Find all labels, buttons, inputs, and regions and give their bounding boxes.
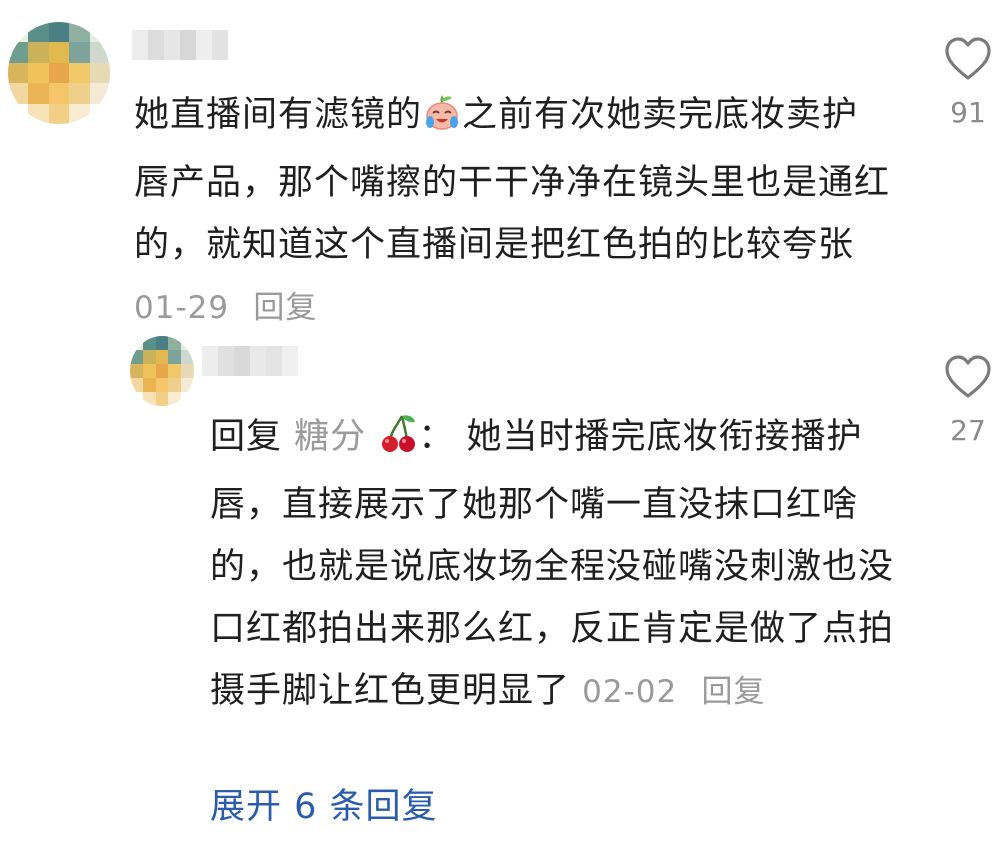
- avatar-pixel: [89, 83, 110, 104]
- reply-text: 回复 糖分 ： 她当时播完底妆衔接播护唇，直接展示了她那个嘴一直没抹口红啥的，也…: [210, 406, 910, 723]
- username-pixel: [266, 346, 282, 376]
- avatar-pixel: [48, 103, 70, 124]
- avatar-pixel: [130, 378, 143, 392]
- comment-like-button[interactable]: 91: [938, 36, 998, 129]
- reply-date: 02-02: [582, 674, 678, 710]
- avatar-pixel: [130, 364, 143, 378]
- username-pixel: [218, 346, 234, 376]
- commenter-avatar[interactable]: [8, 22, 110, 124]
- username-pixel: [212, 30, 228, 60]
- avatar-pixel: [28, 22, 49, 43]
- reply-reply-button[interactable]: 回复: [702, 674, 766, 710]
- avatar-pixel: [28, 83, 49, 104]
- cherry-emoji-icon: [378, 412, 418, 474]
- avatar-pixel: [142, 350, 156, 364]
- replier-avatar[interactable]: [130, 336, 194, 406]
- avatar-pixel: [181, 378, 194, 392]
- avatar-pixel: [130, 392, 143, 406]
- avatar-pixel: [155, 336, 169, 350]
- avatar-pixel: [8, 103, 29, 124]
- username-pixel: [180, 30, 196, 60]
- comment-reply-button[interactable]: 回复: [253, 290, 317, 326]
- avatar-pixel: [48, 22, 70, 43]
- avatar-pixel: [48, 83, 70, 104]
- avatar-pixel: [168, 392, 182, 406]
- avatar-pixel: [142, 392, 156, 406]
- avatar-pixel: [89, 42, 110, 63]
- comment-like-count: 91: [950, 96, 986, 129]
- avatar-pixel: [8, 62, 29, 84]
- avatar-pixel: [89, 62, 110, 84]
- avatar-pixel: [155, 392, 169, 406]
- avatar-pixel: [181, 392, 194, 406]
- reply-target-user[interactable]: 糖分: [294, 417, 366, 457]
- avatar-pixel: [8, 83, 29, 104]
- heart-outline-icon: [945, 37, 991, 80]
- avatar-pixel: [28, 62, 49, 84]
- username-pixel: [282, 346, 298, 376]
- avatar-pixel: [8, 22, 29, 43]
- avatar-pixel: [69, 42, 90, 63]
- avatar-pixel: [168, 350, 182, 364]
- reply-separator: ：: [418, 417, 455, 457]
- commenter-name-blurred[interactable]: [132, 30, 228, 60]
- avatar-pixel: [89, 103, 110, 124]
- expand-replies-link[interactable]: 展开 6 条回复: [210, 778, 438, 829]
- avatar-pixel: [168, 364, 182, 378]
- reply-like-button[interactable]: 27: [938, 354, 998, 447]
- avatar-pixel: [181, 364, 194, 378]
- username-pixel: [164, 30, 180, 60]
- username-pixel: [148, 30, 164, 60]
- avatar-pixel: [130, 350, 143, 364]
- avatar-pixel: [142, 378, 156, 392]
- avatar-pixel: [69, 83, 90, 104]
- comment-text-part1: 她直播间有滤镜的: [134, 95, 423, 135]
- reply-like-count: 27: [950, 414, 986, 447]
- avatar-pixel: [8, 42, 29, 63]
- avatar-pixel: [28, 42, 49, 63]
- username-pixel: [234, 346, 250, 376]
- comment-date: 01-29: [134, 290, 230, 326]
- avatar-pixel: [142, 364, 156, 378]
- avatar-pixel: [28, 103, 49, 124]
- avatar-pixel: [89, 22, 110, 43]
- comment-text: 她直播间有滤镜的 之前有次她卖完底妆卖护唇产品，那个嘴擦的干干净净在镜头里也是通…: [134, 84, 894, 339]
- avatar-pixel: [155, 378, 169, 392]
- crying-laughing-peach-emoji-icon: [422, 90, 462, 152]
- username-pixel: [250, 346, 266, 376]
- username-pixel: [132, 30, 148, 60]
- avatar-pixel: [48, 42, 70, 63]
- avatar-pixel: [155, 350, 169, 364]
- username-pixel: [202, 346, 218, 376]
- heart-outline-icon: [945, 355, 991, 398]
- avatar-pixel: [69, 62, 90, 84]
- avatar-pixel: [69, 22, 90, 43]
- avatar-pixel: [48, 62, 70, 84]
- reply-prefix: 回复: [210, 417, 283, 457]
- avatar-pixel: [155, 364, 169, 378]
- avatar-pixel: [168, 378, 182, 392]
- avatar-pixel: [69, 103, 90, 124]
- avatar-pixel: [181, 350, 194, 364]
- replier-name-blurred[interactable]: [202, 346, 298, 376]
- username-pixel: [196, 30, 212, 60]
- reply-content: 她当时播完底妆衔接播护唇，直接展示了她那个嘴一直没抹口红啥的，也就是说底妆场全程…: [210, 417, 895, 711]
